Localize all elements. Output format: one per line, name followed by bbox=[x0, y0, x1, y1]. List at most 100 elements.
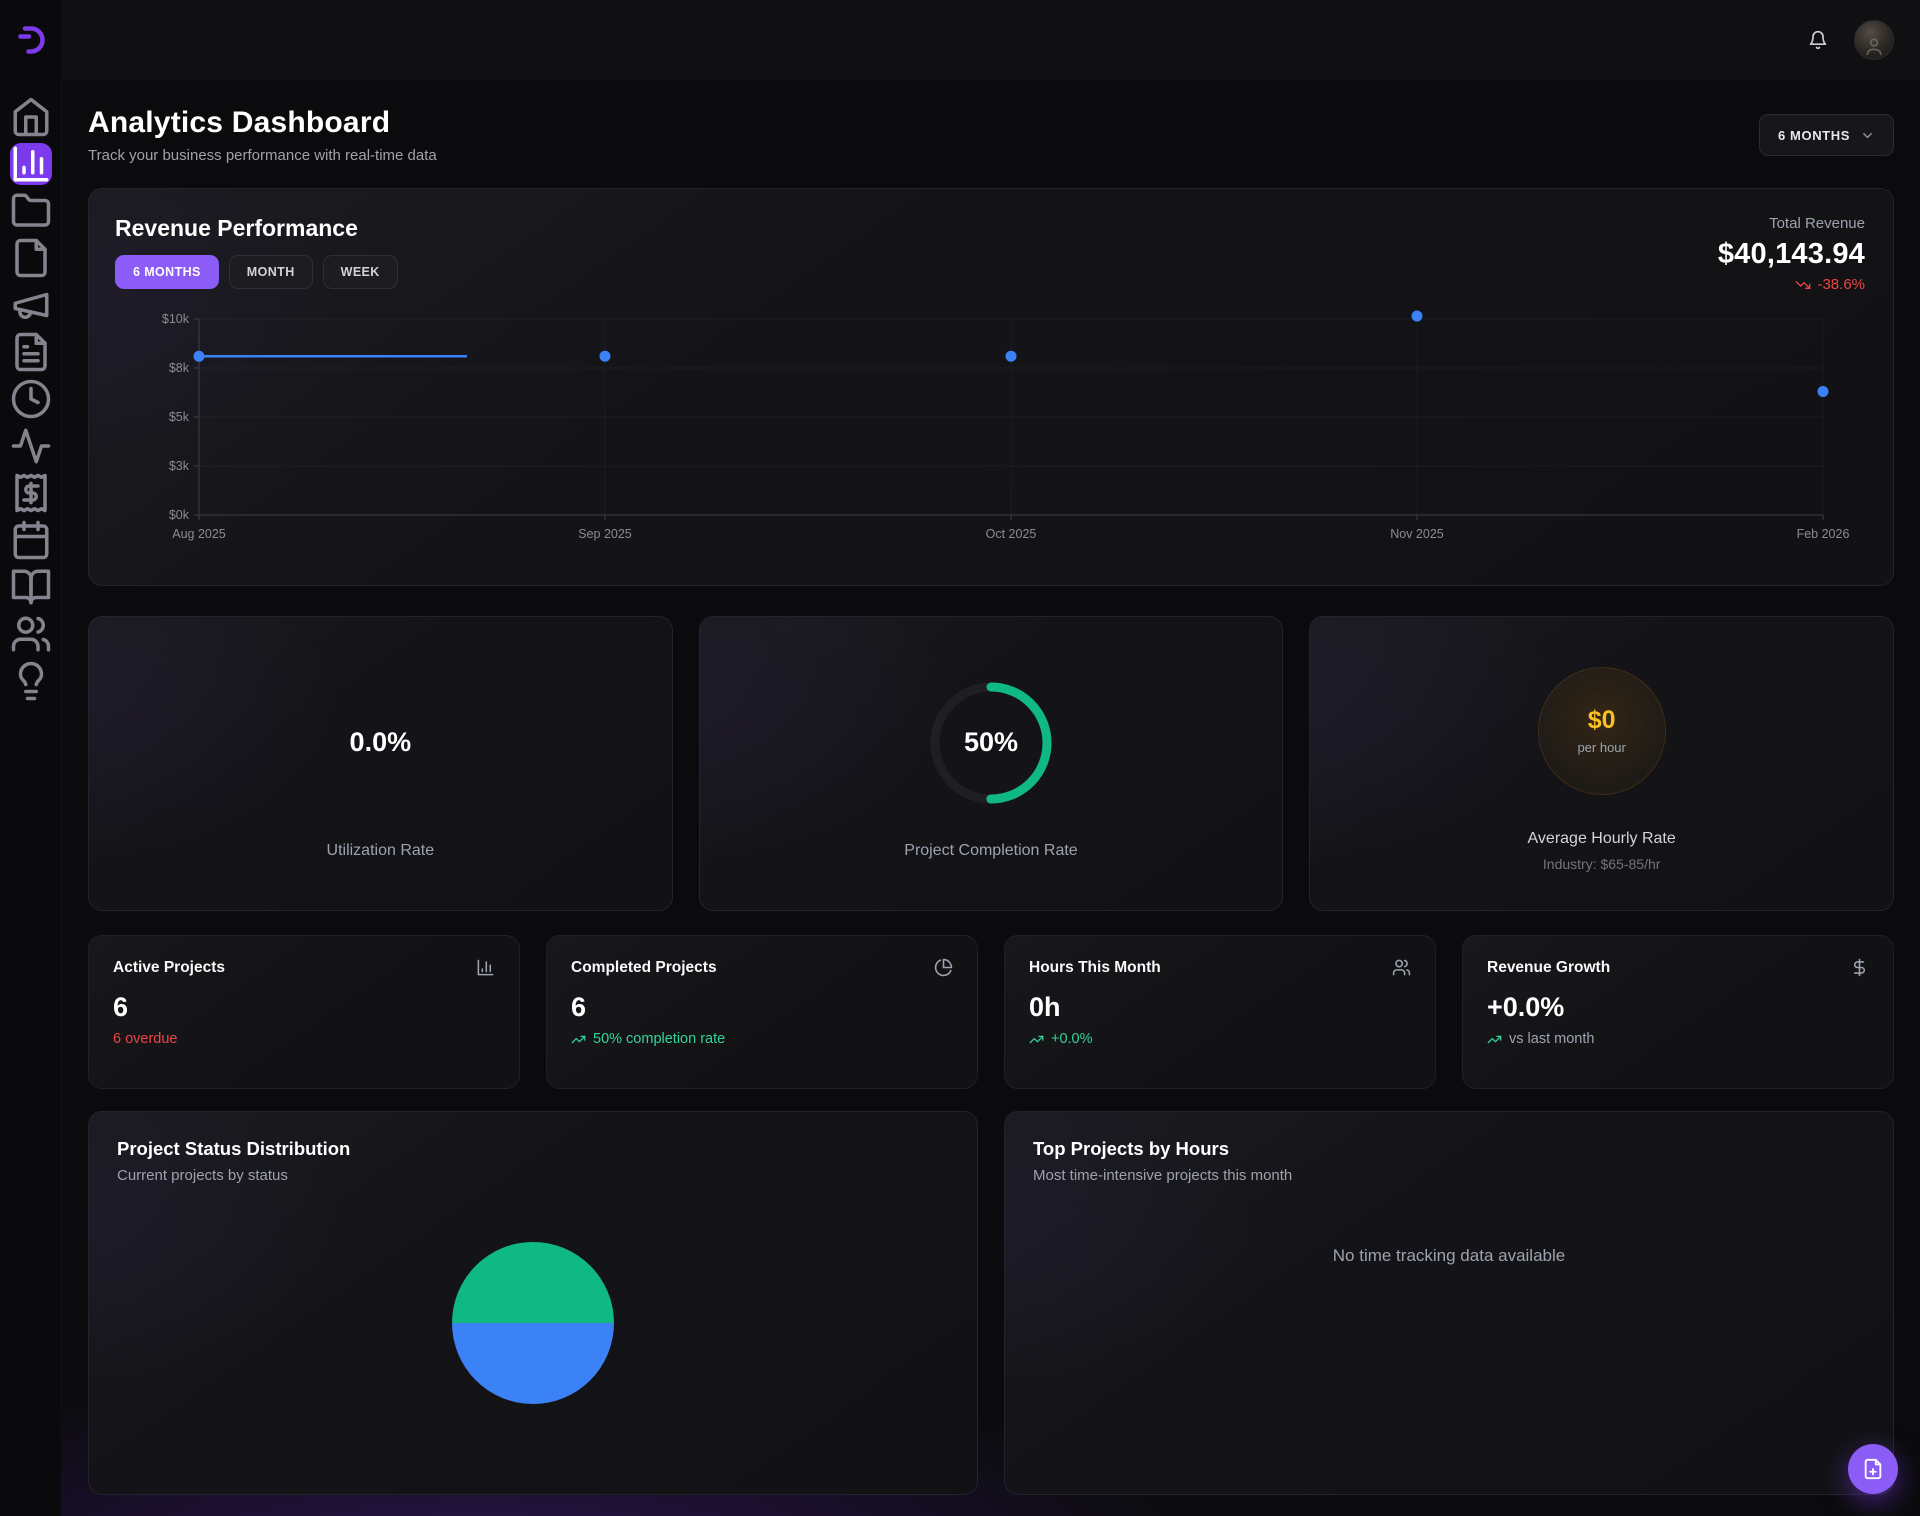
folder-icon bbox=[10, 190, 52, 232]
kpi-card-active-projects: Active Projects 6 6 overdue bbox=[88, 935, 520, 1089]
receipt-icon bbox=[10, 472, 52, 514]
kpi-sub: vs last month bbox=[1487, 1031, 1869, 1047]
average-hourly-rate-card: $0 per hour Average Hourly Rate Industry… bbox=[1309, 616, 1894, 911]
kpi-label: Completed Projects bbox=[571, 959, 717, 977]
kpi-value: +0.0% bbox=[1487, 992, 1869, 1023]
sidebar-item-clock[interactable] bbox=[10, 378, 52, 420]
project-status-card: Project Status Distribution Current proj… bbox=[88, 1111, 978, 1495]
svg-text:$0k: $0k bbox=[169, 508, 190, 522]
sidebar-item-receipt[interactable] bbox=[10, 472, 52, 514]
stats-row: 0.0% Utilization Rate 50% Project Comple… bbox=[88, 616, 1894, 911]
page-header: Analytics Dashboard Track your business … bbox=[88, 106, 1894, 164]
kpi-value: 0h bbox=[1029, 992, 1411, 1023]
utilization-rate-card: 0.0% Utilization Rate bbox=[88, 616, 673, 911]
file-text-icon bbox=[10, 331, 52, 373]
kpi-card-revenue-growth: Revenue Growth +0.0% vs last month bbox=[1462, 935, 1894, 1089]
app-logo-icon bbox=[15, 24, 47, 56]
kpi-sub: 50% completion rate bbox=[571, 1031, 953, 1047]
date-range-selector[interactable]: 6 MONTHS bbox=[1759, 114, 1894, 156]
sidebar-item-activity[interactable] bbox=[10, 425, 52, 467]
svg-text:$8k: $8k bbox=[169, 361, 190, 375]
revenue-performance-card: Revenue Performance 6 MONTHS MONTH WEEK To… bbox=[88, 188, 1894, 586]
page-title: Analytics Dashboard bbox=[88, 106, 437, 140]
kpi-sub: 6 overdue bbox=[113, 1031, 495, 1047]
create-document-fab[interactable] bbox=[1848, 1444, 1898, 1494]
sidebar-item-file[interactable] bbox=[10, 237, 52, 279]
status-card-title: Project Status Distribution bbox=[117, 1138, 949, 1160]
revenue-chart: $10k$8k$5k$3k$0kAug 2025Sep 2025Oct 2025… bbox=[115, 303, 1867, 563]
calendar-icon bbox=[10, 519, 52, 561]
svg-text:$10k: $10k bbox=[162, 312, 190, 326]
topbar bbox=[62, 0, 1920, 80]
revenue-card-title: Revenue Performance bbox=[115, 215, 1867, 242]
top-projects-subtitle: Most time-intensive projects this month bbox=[1033, 1167, 1865, 1184]
kpi-value: 6 bbox=[571, 992, 953, 1023]
empty-state-message: No time tracking data available bbox=[1033, 1246, 1865, 1266]
users-icon bbox=[10, 613, 52, 655]
sidebar-item-lightbulb[interactable] bbox=[10, 660, 52, 702]
trending-down-icon bbox=[1795, 277, 1811, 293]
trending-up-icon bbox=[1487, 1032, 1502, 1047]
top-projects-card: Top Projects by Hours Most time-intensiv… bbox=[1004, 1111, 1894, 1495]
users-icon bbox=[1392, 958, 1411, 977]
bar-chart-icon bbox=[476, 958, 495, 977]
completion-label: Project Completion Rate bbox=[904, 842, 1077, 860]
dollar-sign-icon bbox=[1850, 958, 1869, 977]
revenue-tab-month[interactable]: MONTH bbox=[229, 255, 313, 289]
completion-value: 50% bbox=[927, 668, 1055, 818]
sidebar-item-bar-chart[interactable] bbox=[10, 143, 52, 185]
lightbulb-icon bbox=[10, 660, 52, 702]
kpi-label: Revenue Growth bbox=[1487, 959, 1610, 977]
page-subtitle: Track your business performance with rea… bbox=[88, 147, 437, 164]
hourly-rate-circle: $0 per hour bbox=[1538, 667, 1666, 795]
sidebar-item-calendar[interactable] bbox=[10, 519, 52, 561]
revenue-tab-6-months[interactable]: 6 MONTHS bbox=[115, 255, 219, 289]
svg-text:Nov 2025: Nov 2025 bbox=[1390, 527, 1444, 541]
date-range-label: 6 MONTHS bbox=[1778, 128, 1850, 143]
hourly-rate-unit: per hour bbox=[1577, 740, 1625, 755]
file-plus-icon bbox=[1862, 1458, 1884, 1480]
sidebar-item-home[interactable] bbox=[10, 96, 52, 138]
hourly-rate-label: Average Hourly Rate bbox=[1528, 830, 1676, 848]
revenue-tab-week[interactable]: WEEK bbox=[323, 255, 398, 289]
revenue-totals: Total Revenue $40,143.94 -38.6% bbox=[1718, 215, 1865, 293]
activity-icon bbox=[10, 425, 52, 467]
user-avatar[interactable] bbox=[1854, 20, 1894, 60]
sidebar bbox=[0, 0, 62, 1516]
kpi-card-completed-projects: Completed Projects 6 50% completion rate bbox=[546, 935, 978, 1089]
app-logo[interactable] bbox=[15, 0, 47, 80]
book-open-icon bbox=[10, 566, 52, 608]
bell-icon bbox=[1808, 30, 1828, 50]
kpi-row: Active Projects 6 6 overdue Completed Proje… bbox=[88, 935, 1894, 1089]
kpi-label: Active Projects bbox=[113, 959, 225, 977]
bar-chart-icon bbox=[10, 143, 52, 185]
revenue-tabs: 6 MONTHS MONTH WEEK bbox=[115, 255, 1867, 289]
home-icon bbox=[10, 96, 52, 138]
clock-icon bbox=[10, 378, 52, 420]
total-revenue-value: $40,143.94 bbox=[1718, 238, 1865, 271]
kpi-value: 6 bbox=[113, 992, 495, 1023]
bottom-row: Project Status Distribution Current proj… bbox=[88, 1111, 1894, 1495]
file-icon bbox=[10, 237, 52, 279]
trending-up-icon bbox=[571, 1032, 586, 1047]
megaphone-icon bbox=[10, 284, 52, 326]
utilization-label: Utilization Rate bbox=[327, 842, 435, 860]
svg-text:Oct 2025: Oct 2025 bbox=[986, 527, 1037, 541]
main-content: Analytics Dashboard Track your business … bbox=[62, 0, 1920, 1495]
sidebar-item-users[interactable] bbox=[10, 613, 52, 655]
project-status-pie-chart bbox=[452, 1242, 614, 1404]
sidebar-item-file-text[interactable] bbox=[10, 331, 52, 373]
bell-icon bbox=[1808, 30, 1828, 50]
sidebar-item-megaphone[interactable] bbox=[10, 284, 52, 326]
top-projects-title: Top Projects by Hours bbox=[1033, 1138, 1865, 1160]
notifications-button[interactable] bbox=[1808, 30, 1828, 50]
trending-up-icon bbox=[1029, 1032, 1044, 1047]
svg-text:$5k: $5k bbox=[169, 410, 190, 424]
svg-text:Sep 2025: Sep 2025 bbox=[578, 527, 632, 541]
revenue-line-chart: $10k$8k$5k$3k$0kAug 2025Sep 2025Oct 2025… bbox=[115, 303, 1867, 563]
completion-rate-card: 50% Project Completion Rate bbox=[699, 616, 1284, 911]
sidebar-item-folder[interactable] bbox=[10, 190, 52, 232]
svg-text:Feb 2026: Feb 2026 bbox=[1797, 527, 1850, 541]
user-icon bbox=[1864, 36, 1884, 56]
sidebar-item-book-open[interactable] bbox=[10, 566, 52, 608]
